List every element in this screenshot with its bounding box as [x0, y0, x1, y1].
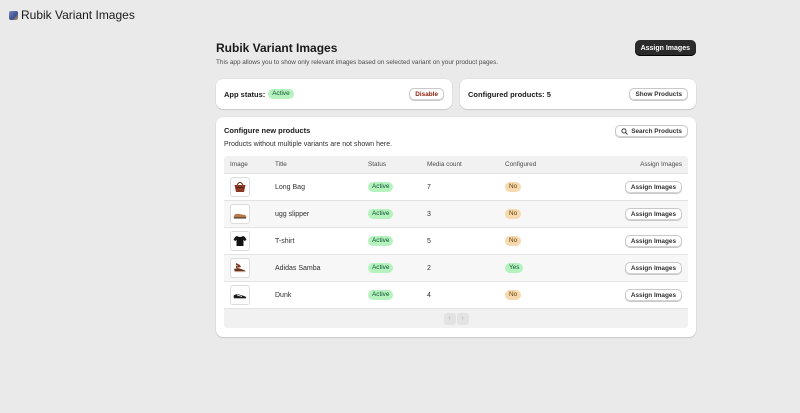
configured-badge: No [505, 236, 522, 246]
disable-button[interactable]: Disable [409, 87, 444, 101]
row-assign-images-button[interactable]: Assign Images [624, 207, 682, 221]
configure-subtitle: Products without multiple variants are n… [224, 141, 393, 148]
page-header: Rubik Variant Images This app allows you… [216, 40, 696, 66]
table-row[interactable]: T-shirt Active 5 No Assign Images [224, 227, 688, 254]
row-title: T-shirt [275, 237, 295, 245]
slipper-icon [230, 204, 250, 224]
row-media-count: 7 [427, 183, 431, 191]
configured-badge: No [505, 209, 522, 219]
row-assign-images-button[interactable]: Assign Images [624, 234, 682, 248]
col-status: Status [368, 161, 387, 168]
sneaker-icon [230, 258, 250, 278]
page-subtitle: This app allows you to show only relevan… [216, 59, 499, 66]
shoe-icon [230, 285, 250, 305]
summary-cards: App status: Active Disable Configured pr… [216, 79, 696, 109]
app-status-label: App status: [224, 89, 266, 99]
search-icon [621, 128, 628, 135]
col-title: Title [275, 161, 287, 168]
app-status-badge: Active [268, 89, 294, 99]
configure-header: Configure new products Products without … [224, 125, 688, 148]
page-title: Rubik Variant Images [216, 41, 338, 55]
row-title: Long Bag [275, 183, 305, 191]
row-title: ugg slipper [275, 210, 310, 218]
bag-icon [230, 177, 250, 197]
col-assign-images: Assign Images [640, 161, 682, 168]
row-assign-images-button[interactable]: Assign Images [624, 261, 682, 275]
app-status-label-wrap: App status: Active [224, 89, 294, 99]
search-products-label: Search Products [631, 128, 682, 135]
search-products-button[interactable]: Search Products [615, 125, 688, 138]
table-footer: ‹ › [224, 308, 688, 328]
col-media-count: Media count [427, 161, 462, 168]
table-header: Image Title Status Media count Configure… [224, 156, 688, 173]
table-row[interactable]: ugg slipper Active 3 No Assign Images [224, 200, 688, 227]
assign-images-primary-button[interactable]: Assign Images [634, 40, 696, 56]
status-badge: Active [368, 209, 394, 219]
status-badge: Active [368, 290, 394, 300]
app-logo-icon [9, 10, 18, 20]
status-badge: Active [368, 263, 394, 273]
row-media-count: 3 [427, 210, 431, 218]
row-media-count: 5 [427, 237, 431, 245]
show-products-button[interactable]: Show Products [629, 87, 688, 101]
col-configured: Configured [505, 161, 537, 168]
col-image: Image [230, 161, 248, 168]
status-badge: Active [368, 236, 394, 246]
page-container: Rubik Variant Images This app allows you… [216, 40, 696, 337]
configured-badge: No [505, 290, 522, 300]
row-title: Dunk [275, 291, 292, 299]
row-title: Adidas Samba [275, 264, 321, 272]
table-row[interactable]: Dunk Active 4 No Assign Images [224, 281, 688, 308]
tshirt-icon [230, 231, 250, 251]
app-name: Rubik Variant Images [21, 8, 135, 22]
row-media-count: 2 [427, 264, 431, 272]
row-assign-images-button[interactable]: Assign Images [624, 288, 682, 302]
products-table: Image Title Status Media count Configure… [224, 156, 688, 328]
next-page-button[interactable]: › [456, 312, 469, 325]
pagination: ‹ › [443, 312, 469, 325]
configured-products-label: Configured products: 5 [468, 89, 551, 99]
configured-badge: Yes [505, 263, 524, 273]
table-row[interactable]: Adidas Samba Active 2 Yes Assign Images [224, 254, 688, 281]
row-media-count: 4 [427, 291, 431, 299]
configure-title: Configure new products [224, 126, 311, 135]
prev-page-button[interactable]: ‹ [443, 312, 456, 325]
status-badge: Active [368, 182, 394, 192]
app-status-card: App status: Active Disable [216, 79, 452, 109]
configure-products-card: Configure new products Products without … [216, 117, 696, 337]
table-row[interactable]: Long Bag Active 7 No Assign Images [224, 173, 688, 200]
top-bar: Rubik Variant Images [9, 8, 135, 22]
configured-products-card: Configured products: 5 Show Products [460, 79, 696, 109]
configured-badge: No [505, 182, 522, 192]
row-assign-images-button[interactable]: Assign Images [624, 180, 682, 194]
